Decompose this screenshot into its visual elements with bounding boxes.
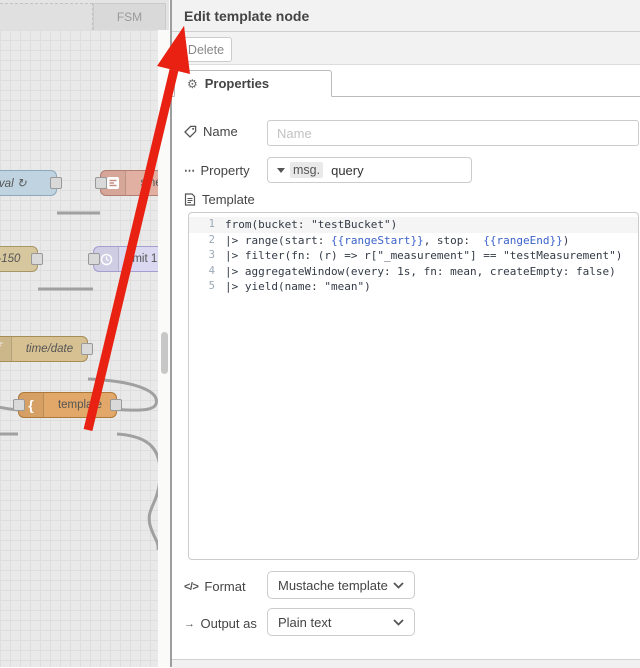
node-label: template: [57, 399, 103, 411]
property-value-input[interactable]: [329, 161, 471, 179]
property-typed-input: msg.: [267, 157, 472, 183]
dialog-title: Edit template node: [172, 0, 640, 32]
property-label: ⋯ Property: [184, 163, 250, 178]
file-code-icon: [184, 193, 196, 206]
dialog-tabrow: ⚙ Properties: [172, 64, 640, 97]
edit-node-dialog: Edit template node Delete ⚙ Properties N…: [170, 0, 640, 668]
tag-icon: [184, 125, 197, 138]
canvas-vertical-scrollbar[interactable]: [158, 0, 170, 667]
ellipsis-icon: ⋯: [184, 165, 195, 177]
node-time-date[interactable]: f time/date: [0, 336, 93, 362]
node-limit[interactable]: limit 1 ms: [88, 246, 158, 272]
node-input-port[interactable]: [95, 177, 107, 189]
chevron-down-icon: [393, 581, 404, 589]
delete-button[interactable]: Delete: [180, 37, 232, 62]
node-label: sineW: [140, 177, 158, 189]
scrollbar-thumb[interactable]: [160, 332, 168, 374]
format-label: </> Format: [184, 579, 246, 594]
code-line[interactable]: 1 from(bucket: "testBucket"): [189, 217, 638, 233]
caret-down-icon: [277, 167, 285, 173]
code-line[interactable]: 3 |> filter(fn: (r) => r["_measurement"] …: [189, 248, 638, 264]
typed-input-type-button[interactable]: msg.: [268, 162, 329, 178]
node-label: limit 1 ms: [127, 253, 158, 265]
template-code-lines: 1 from(bucket: "testBucket") 2 |> range(sta…: [189, 213, 638, 295]
name-label: Name: [184, 124, 264, 139]
template-code-editor[interactable]: 1 from(bucket: "testBucket") 2 |> range(sta…: [188, 212, 639, 560]
code-line[interactable]: 4 |> aggregateWindow(every: 1s, fn: mean,…: [189, 264, 638, 280]
output-as-label: → Output as: [184, 616, 257, 631]
flow-canvas[interactable]: terval ↻ sineW s-150 limit 1 ms f time/d…: [0, 0, 158, 667]
workspace-tabbar: FSM: [0, 0, 169, 30]
node-s-150[interactable]: s-150: [0, 246, 43, 272]
dialog-toolbar: Delete: [172, 32, 640, 65]
chevron-down-icon: [393, 618, 404, 626]
workspace-tab-fsm[interactable]: FSM: [93, 3, 166, 30]
code-brackets-icon: </>: [184, 580, 199, 593]
node-output-port[interactable]: [81, 343, 93, 355]
node-interval[interactable]: terval ↻: [0, 170, 62, 196]
tab-properties[interactable]: ⚙ Properties: [174, 70, 332, 97]
node-output-port[interactable]: [110, 399, 122, 411]
line-number: 3: [208, 249, 215, 261]
node-input-port[interactable]: [88, 253, 100, 265]
node-output-port[interactable]: [50, 177, 62, 189]
node-input-port[interactable]: [13, 399, 25, 411]
line-number: 1: [208, 218, 215, 230]
node-label: time/date: [25, 343, 74, 355]
node-sinewave[interactable]: sineW: [95, 170, 158, 196]
line-number: 5: [208, 280, 215, 292]
node-label: terval ↻: [0, 178, 27, 190]
line-number: 4: [208, 264, 215, 277]
format-select[interactable]: Mustache template: [267, 571, 415, 599]
typed-input-type: msg.: [290, 162, 324, 178]
node-output-port[interactable]: [31, 253, 43, 265]
workspace-tab-partial[interactable]: [0, 3, 93, 30]
code-line[interactable]: 2 |> range(start: {{rangeStart}}, stop: {…: [189, 233, 638, 249]
template-label: Template: [184, 192, 264, 207]
line-number: 2: [208, 233, 215, 246]
node-template[interactable]: { template: [13, 392, 122, 418]
gear-icon: ⚙: [187, 76, 198, 91]
function-icon: f: [0, 337, 12, 361]
wire[interactable]: [116, 432, 158, 550]
name-input[interactable]: [267, 120, 639, 146]
arrow-right-icon: →: [184, 617, 195, 630]
output-as-select[interactable]: Plain text: [267, 608, 415, 636]
code-line[interactable]: 5 |> yield(name: "mean"): [189, 279, 638, 295]
